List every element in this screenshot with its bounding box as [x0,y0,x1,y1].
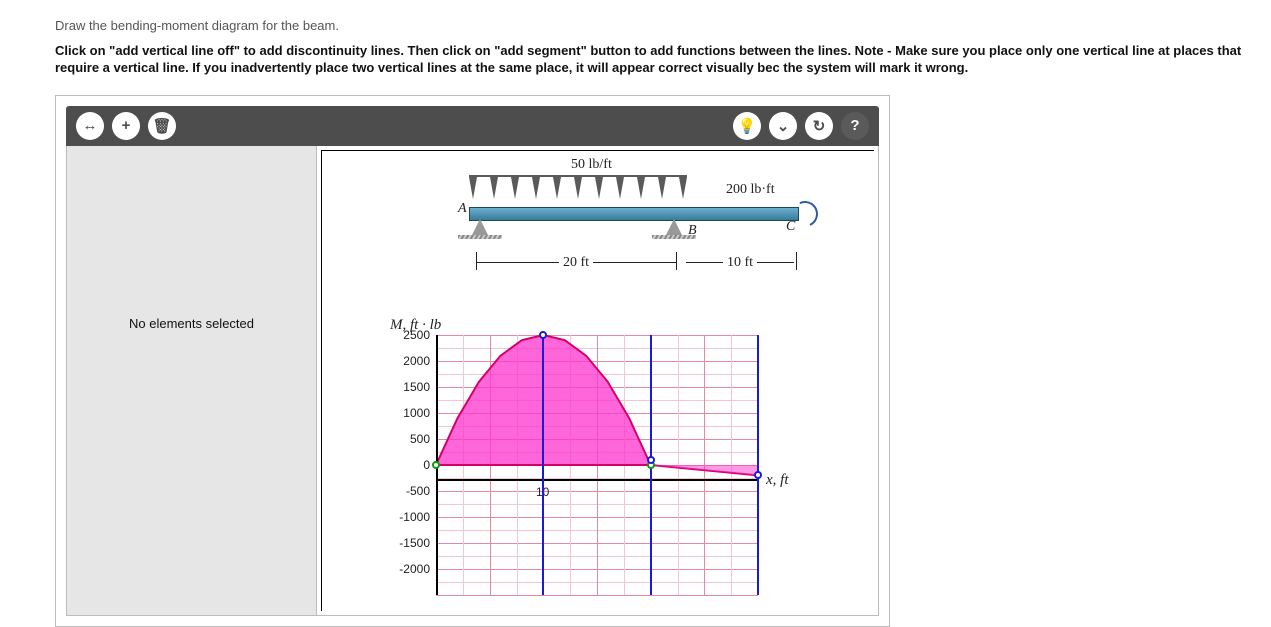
y-tick: 2500 [390,328,430,342]
move-tool-button[interactable]: ↔ [76,112,104,140]
instruction-note: Click on "add vertical line off" to add … [55,43,1271,77]
instruction-draw: Draw the bending-moment diagram for the … [55,18,1271,33]
support-b-icon [666,219,682,235]
y-tick: 500 [390,432,430,446]
canvas[interactable]: 50 lb/ft 200 lb·ft A B C [317,146,878,615]
beam-diagram: 50 lb/ft 200 lb·ft A B C [386,157,810,317]
ground-b [652,235,696,239]
sidebar-placeholder: No elements selected [129,316,254,331]
y-tick: 2000 [390,354,430,368]
hint-button[interactable]: 💡 [733,112,761,140]
ground-a [458,235,502,239]
vertical-line[interactable] [542,335,544,595]
vertical-line[interactable] [757,335,759,595]
y-tick: 0 [390,458,430,472]
selection-sidebar: No elements selected [67,146,317,615]
x-axis [436,479,758,481]
delete-button[interactable]: 🗑 [148,112,176,140]
dim-20ft: 20 ft [476,262,676,263]
graph-widget: ↔ + 🗑 💡 ⌄ ↻ ? No elements selected 50 lb… [55,95,890,627]
reset-button[interactable]: ↻ [805,112,833,140]
x-axis-title: x, ft [766,472,789,489]
point-a-label: A [458,201,467,217]
distributed-load-label: 50 lb/ft [571,157,612,173]
endpoint-handle[interactable] [647,456,655,464]
y-tick: -2000 [390,562,430,576]
y-tick: -1000 [390,510,430,524]
dim-10ft: 10 ft [686,262,794,263]
y-tick: 1500 [390,380,430,394]
dropdown-button[interactable]: ⌄ [769,112,797,140]
distributed-load-arrows [469,175,687,205]
help-button[interactable]: ? [841,112,869,140]
y-tick: 1000 [390,406,430,420]
support-a-icon [472,219,488,235]
endpoint-handle[interactable] [754,471,762,479]
toolbar: ↔ + 🗑 💡 ⌄ ↻ ? [66,106,879,146]
moment-chart[interactable]: M, ft · lb x, ft 25002000150010005000-50… [346,317,870,597]
endpoint-handle[interactable] [432,461,440,469]
beam-bar [469,207,799,221]
y-tick: -1500 [390,536,430,550]
add-button[interactable]: + [112,112,140,140]
y-tick: -500 [390,484,430,498]
endpoint-handle[interactable] [539,331,547,339]
moment-label: 200 lb·ft [726,182,775,198]
